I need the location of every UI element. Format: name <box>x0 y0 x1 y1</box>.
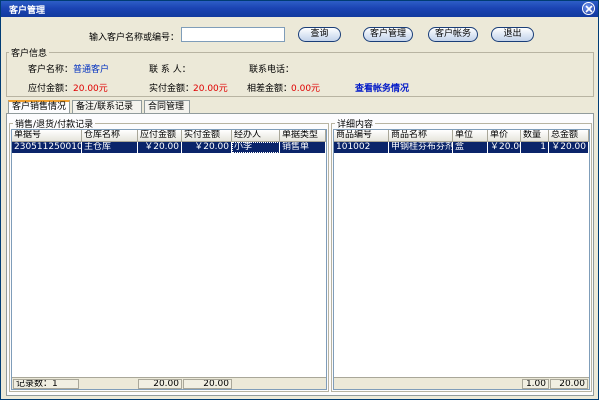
paid-total: 20.00 <box>183 379 232 389</box>
customer-name-value: 普通客户 <box>73 65 110 75</box>
tab-notes-contact[interactable]: 备注/联系记录 <box>72 100 142 113</box>
column-header[interactable]: 单据类型 <box>280 130 326 142</box>
diff-value: 0.00元 <box>291 84 321 94</box>
table-row[interactable]: 2305112500101 主仓库 ￥20.00 ￥20.00 小李 销售单 <box>12 142 326 153</box>
table-cell: 2305112500101 <box>12 142 82 153</box>
column-header[interactable]: 单价 <box>488 130 521 142</box>
query-button[interactable]: 查询 <box>298 27 341 42</box>
window-title: 客户管理 <box>9 6 46 16</box>
column-header[interactable]: 总金额 <box>549 130 589 142</box>
close-button[interactable] <box>582 2 595 15</box>
sales-table-footer: 记录数：1 20.00 20.00 <box>12 377 326 389</box>
tab-contracts[interactable]: 合同管理 <box>144 100 190 113</box>
detail-table-footer: 1.00 20.00 <box>334 377 589 389</box>
column-header[interactable]: 应付金额 <box>138 130 182 142</box>
column-header[interactable]: 经办人 <box>232 130 280 142</box>
table-cell: 销售单 <box>280 142 326 153</box>
view-account-link[interactable]: 查看帐务情况 <box>355 81 409 94</box>
close-icon <box>585 5 593 13</box>
column-header[interactable]: 数量 <box>521 130 549 142</box>
customer-account-button[interactable]: 客户帐务 <box>428 27 478 42</box>
table-cell: ￥20.00 <box>182 142 232 153</box>
title-bar: 客户管理 <box>1 1 598 17</box>
record-count: 记录数：1 <box>13 379 79 389</box>
quantity-total: 1.00 <box>522 379 549 389</box>
phone-label: 联系电话： <box>249 65 295 75</box>
payable-total: 20.00 <box>138 379 182 389</box>
table-cell: 主仓库 <box>82 142 138 153</box>
amount-total: 20.00 <box>550 379 588 389</box>
payable-value: 20.00元 <box>73 84 108 94</box>
detail-table-header: 商品编号 商品名称 单位 单价 数量 总金额 <box>334 130 589 142</box>
exit-button[interactable]: 退出 <box>491 27 534 42</box>
search-label: 输入客户名称或编号： <box>89 33 180 43</box>
paid-value: 20.00元 <box>193 84 228 94</box>
diff-label: 相差金额： <box>247 84 293 94</box>
column-header[interactable]: 实付金额 <box>182 130 232 142</box>
sales-records-table[interactable]: 单据号 仓库名称 应付金额 实付金额 经办人 单据类型 230511250010… <box>11 129 327 390</box>
table-cell: ￥20.00 <box>488 142 521 153</box>
column-header[interactable]: 商品编号 <box>334 130 389 142</box>
table-cell: 101002 <box>334 142 389 153</box>
column-header[interactable]: 商品名称 <box>389 130 453 142</box>
paid-label: 实付金额： <box>149 84 195 94</box>
customer-management-button[interactable]: 客户管理 <box>363 27 413 42</box>
detail-table[interactable]: 商品编号 商品名称 单位 单价 数量 总金额 101002 甲钢桂芬布芬剂 盒 … <box>333 129 590 390</box>
customer-management-window: 客户管理 输入客户名称或编号： 查询 客户管理 客户帐务 退出 客户信息 客户名… <box>0 0 599 400</box>
contact-label: 联 系 人： <box>149 65 191 75</box>
table-cell: 盒 <box>453 142 488 153</box>
sales-table-header: 单据号 仓库名称 应付金额 实付金额 经办人 单据类型 <box>12 130 326 142</box>
table-cell: ￥20.00 <box>138 142 182 153</box>
column-header[interactable]: 单据号 <box>12 130 82 142</box>
table-cell: 1 <box>521 142 549 153</box>
tab-customer-sales[interactable]: 客户销售情况 <box>8 100 70 114</box>
tab-panel: 销售/退货/付款记录 单据号 仓库名称 应付金额 实付金额 经办人 单据类型 2… <box>6 113 594 396</box>
customer-info-title: 客户信息 <box>9 46 50 59</box>
column-header[interactable]: 单位 <box>453 130 488 142</box>
column-header[interactable]: 仓库名称 <box>82 130 138 142</box>
search-input[interactable] <box>181 27 285 42</box>
table-cell: 小李 <box>232 142 280 153</box>
table-cell: 甲钢桂芬布芬剂 <box>389 142 453 153</box>
customer-name-label: 客户名称： <box>28 65 74 75</box>
payable-label: 应付金额： <box>28 84 74 94</box>
table-cell: ￥20.00 <box>549 142 589 153</box>
table-row[interactable]: 101002 甲钢桂芬布芬剂 盒 ￥20.00 1 ￥20.00 <box>334 142 589 153</box>
